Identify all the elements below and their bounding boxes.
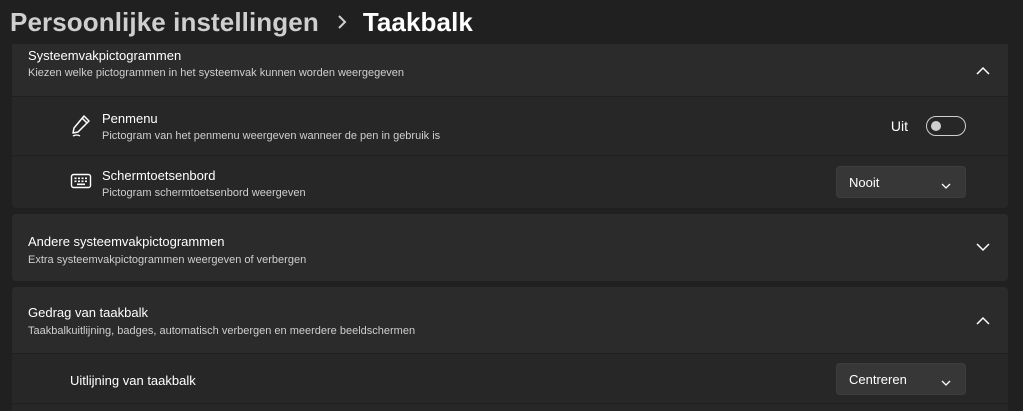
- next-row-peek: [12, 404, 1008, 411]
- keyboard-dropdown[interactable]: Nooit: [836, 166, 966, 198]
- tray-icons-header[interactable]: Systeemvakpictogrammen Kiezen welke pict…: [12, 44, 1008, 96]
- chevron-down-icon: [941, 374, 951, 389]
- tray-icons-title: Systeemvakpictogrammen: [28, 48, 182, 63]
- breadcrumb: Persoonlijke instellingen Taakbalk: [10, 0, 473, 44]
- penmenu-title: Penmenu: [102, 111, 158, 126]
- tray-icons-description: Kiezen welke pictogrammen in het systeem…: [28, 67, 405, 79]
- penmenu-toggle-group: Uit: [891, 97, 966, 155]
- page-title: Taakbalk: [362, 6, 473, 37]
- chevron-right-icon: [337, 15, 347, 29]
- taskbar-alignment-dropdown[interactable]: Centreren: [836, 363, 966, 395]
- toggle-state-label: Uit: [890, 118, 908, 134]
- keyboard-row: Schermtoetsenbord Pictogram schermtoetse…: [12, 156, 1008, 208]
- other-tray-icons-description: Extra systeemvakpictogrammen weergeven o…: [28, 254, 307, 266]
- keyboard-icon: [70, 172, 92, 190]
- penmenu-description: Pictogram van het penmenu weergeven wann…: [102, 130, 441, 142]
- settings-page: Persoonlijke instellingen Taakbalk Syste…: [0, 0, 1023, 411]
- keyboard-dropdown-value: Nooit: [849, 174, 880, 190]
- taskbar-behavior-title: Gedrag van taakbalk: [28, 305, 148, 320]
- taskbar-behavior-card[interactable]: Gedrag van taakbalk Taakbalkuitlijning, …: [12, 287, 1008, 353]
- keyboard-title: Schermtoetsenbord: [102, 168, 216, 183]
- keyboard-description: Pictogram schermtoetsenbord weergeven: [102, 187, 306, 199]
- taskbar-alignment-value: Centreren: [849, 371, 907, 387]
- toggle-knob: [931, 121, 941, 131]
- other-tray-icons-title: Andere systeemvakpictogrammen: [28, 234, 225, 249]
- penmenu-row: Penmenu Pictogram van het penmenu weerge…: [12, 97, 1008, 155]
- penmenu-toggle[interactable]: [926, 116, 966, 136]
- chevron-down-icon[interactable]: [958, 214, 1008, 281]
- other-tray-icons-card[interactable]: Andere systeemvakpictogrammen Extra syst…: [12, 214, 1008, 281]
- pen-icon: [70, 114, 92, 138]
- chevron-up-icon[interactable]: [958, 287, 1008, 353]
- breadcrumb-parent[interactable]: Persoonlijke instellingen: [10, 7, 319, 38]
- taskbar-behavior-description: Taakbalkuitlijning, badges, automatisch …: [28, 325, 416, 337]
- chevron-up-icon[interactable]: [958, 44, 1008, 96]
- chevron-down-icon: [941, 177, 951, 192]
- taskbar-alignment-row: Uitlijning van taakbalk Centreren: [12, 354, 1008, 403]
- taskbar-alignment-title: Uitlijning van taakbalk: [70, 373, 196, 388]
